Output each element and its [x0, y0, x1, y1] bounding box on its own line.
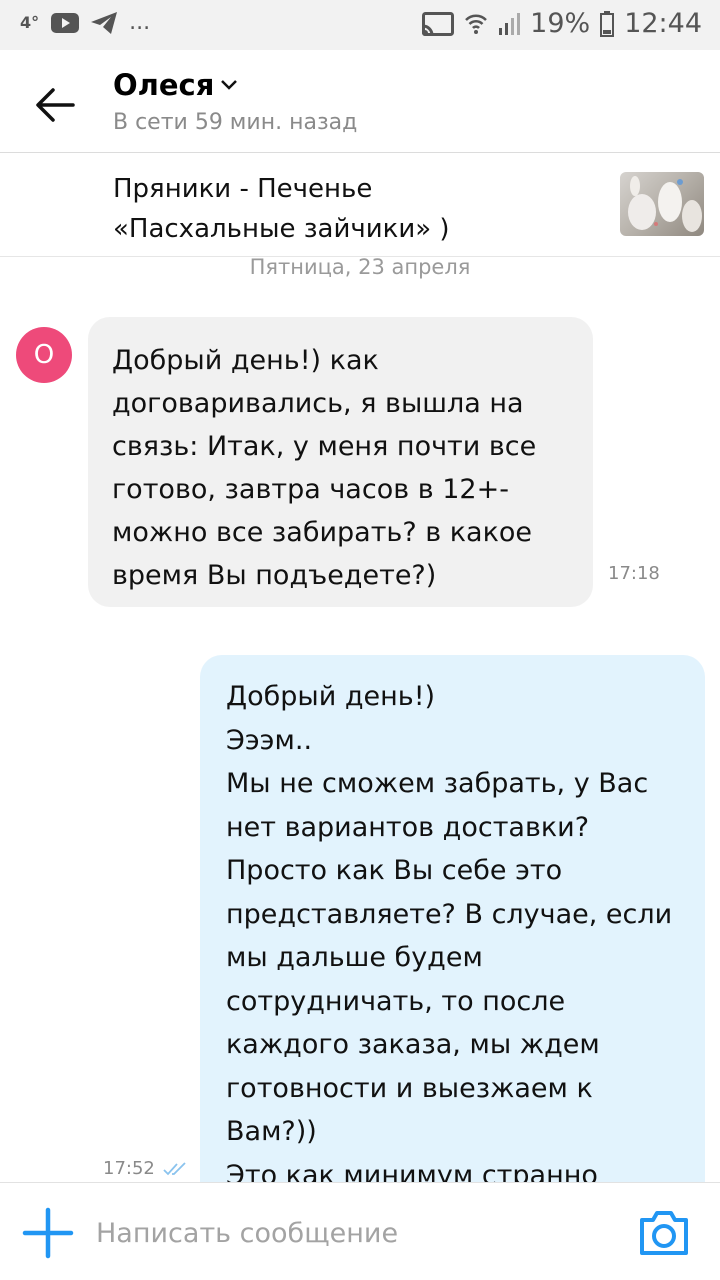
status-bar: 4° ... 19% 12:44 [0, 0, 720, 50]
weather-temperature: 4° [20, 13, 40, 32]
message-composer [0, 1182, 720, 1280]
youtube-icon [51, 12, 80, 33]
message-text: Добрый день!) Эээм.. Мы не сможем забрат… [226, 681, 673, 1191]
contact-name: Олеся [113, 68, 215, 102]
battery-percent: 19% [530, 8, 591, 39]
product-bar[interactable]: Пряники - Печенье «Пасхальные зайчики» ) [0, 153, 720, 256]
camera-icon [640, 1211, 688, 1255]
avatar[interactable]: О [16, 327, 72, 383]
chevron-down-icon [221, 80, 238, 90]
message-time: 17:52 [103, 1158, 155, 1179]
incoming-message-bubble[interactable]: Добрый день!) как договаривались, я вышл… [88, 317, 593, 607]
arrow-left-icon [36, 88, 75, 122]
attach-button[interactable] [22, 1207, 74, 1259]
product-photo-image [628, 176, 702, 232]
product-title-line1: Пряники - Печенье [113, 174, 373, 204]
telegram-icon [91, 11, 118, 34]
double-check-icon [163, 1161, 186, 1175]
message-text: Добрый день!) как договаривались, я вышл… [112, 345, 537, 591]
date-separator: Пятница, 23 апреля [249, 255, 471, 279]
battery-icon [600, 10, 615, 37]
message-time: 17:18 [608, 563, 660, 584]
cast-icon [422, 11, 455, 36]
wifi-icon [464, 12, 488, 36]
status-bar-left: 4° ... [20, 10, 150, 35]
camera-button[interactable] [638, 1208, 690, 1258]
avatar-letter: О [33, 340, 55, 370]
back-button[interactable] [30, 80, 80, 130]
plus-icon [22, 1207, 74, 1259]
status-bar-right: 19% 12:44 [422, 8, 702, 39]
contact-name-button[interactable]: Олеся [113, 68, 238, 102]
chat-header: Олеся В сети 59 мин. назад [0, 50, 720, 152]
more-notifications: ... [129, 10, 151, 35]
product-thumbnail[interactable] [620, 172, 704, 236]
product-title: Пряники - Печенье «Пасхальные зайчики» ) [113, 169, 593, 249]
message-meta: 17:52 [103, 1158, 189, 1179]
contact-online-status: В сети 59 мин. назад [113, 110, 358, 135]
product-title-line2: «Пасхальные зайчики» ) [113, 214, 450, 244]
signal-icon [498, 12, 521, 36]
message-input[interactable] [96, 1213, 596, 1253]
clock: 12:44 [624, 8, 702, 39]
outgoing-message-bubble[interactable]: Добрый день!) Эээм.. Мы не сможем забрат… [200, 655, 705, 1215]
